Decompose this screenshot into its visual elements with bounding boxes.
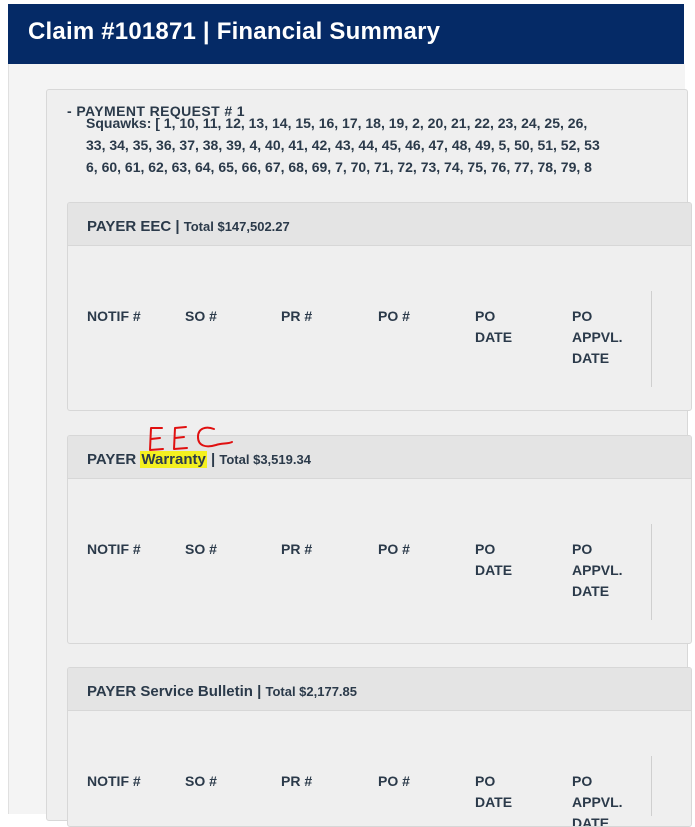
payer-total: Total $2,177.85 <box>265 684 358 699</box>
annotation-eec-drawing <box>149 426 233 451</box>
payer-name: Service Bulletin <box>140 683 253 700</box>
payer-prefix: PAYER <box>87 218 137 235</box>
payer-total: Total $147,502.27 <box>183 219 290 234</box>
column-header-so: SO # <box>185 773 217 789</box>
payer-prefix: PAYER <box>87 683 137 700</box>
column-header-po-appvl-date: PO APPVL. DATE <box>572 308 623 366</box>
payer-title: PAYER Service Bulletin | Total $2,177.85 <box>87 683 357 700</box>
column-header-po: PO # <box>378 773 410 789</box>
payer-panel-warranty: PAYER Warranty | Total $3,519.34 NOTIF #… <box>67 435 692 644</box>
column-header-po: PO # <box>378 308 410 324</box>
handwritten-annotation <box>148 424 234 459</box>
column-header-so: SO # <box>185 541 217 557</box>
column-header-so: SO # <box>185 308 217 324</box>
column-header-pr: PR # <box>281 773 313 789</box>
payment-request-toggle[interactable]: - PAYMENT REQUEST # 1 <box>67 103 245 119</box>
column-header-pr: PR # <box>281 308 313 324</box>
squawks-line: 33, 34, 35, 36, 37, 38, 39, 4, 40, 41, 4… <box>86 137 600 153</box>
payer-header[interactable]: PAYER Service Bulletin | Total $2,177.85 <box>68 668 691 711</box>
payer-prefix: PAYER <box>87 451 137 468</box>
payer-header[interactable]: PAYER EEC | Total $147,502.27 <box>68 203 691 246</box>
column-header-po-appvl-date: PO APPVL. DATE <box>572 541 623 599</box>
column-header-po-date: PO DATE <box>475 773 513 810</box>
page-title: Claim #101871 | Financial Summary <box>28 18 441 45</box>
column-header-notif: NOTIF # <box>87 541 141 557</box>
payer-title: PAYER EEC | Total $147,502.27 <box>87 218 290 235</box>
column-divider <box>651 756 652 816</box>
squawks-line: 6, 60, 61, 62, 63, 64, 65, 66, 67, 68, 6… <box>86 159 592 175</box>
column-divider <box>651 524 652 620</box>
column-divider <box>651 291 652 387</box>
payer-separator: | <box>257 683 262 700</box>
column-header-po-date: PO DATE <box>475 541 513 578</box>
payer-panel-service-bulletin: PAYER Service Bulletin | Total $2,177.85… <box>67 667 692 827</box>
column-header-po-appvl-date: PO APPVL. DATE <box>572 773 623 827</box>
payer-name: EEC <box>140 218 172 235</box>
column-header-po: PO # <box>378 541 410 557</box>
column-header-po-date: PO DATE <box>475 308 513 345</box>
squawks-list: Squawks: [ 1, 10, 11, 12, 13, 14, 15, 16… <box>86 112 686 178</box>
payer-separator: | <box>175 218 180 235</box>
column-header-pr: PR # <box>281 541 313 557</box>
column-header-notif: NOTIF # <box>87 773 141 789</box>
page-header: Claim #101871 | Financial Summary <box>8 4 684 64</box>
payer-panel-eec: PAYER EEC | Total $147,502.27 NOTIF # SO… <box>67 202 692 411</box>
column-header-notif: NOTIF # <box>87 308 141 324</box>
